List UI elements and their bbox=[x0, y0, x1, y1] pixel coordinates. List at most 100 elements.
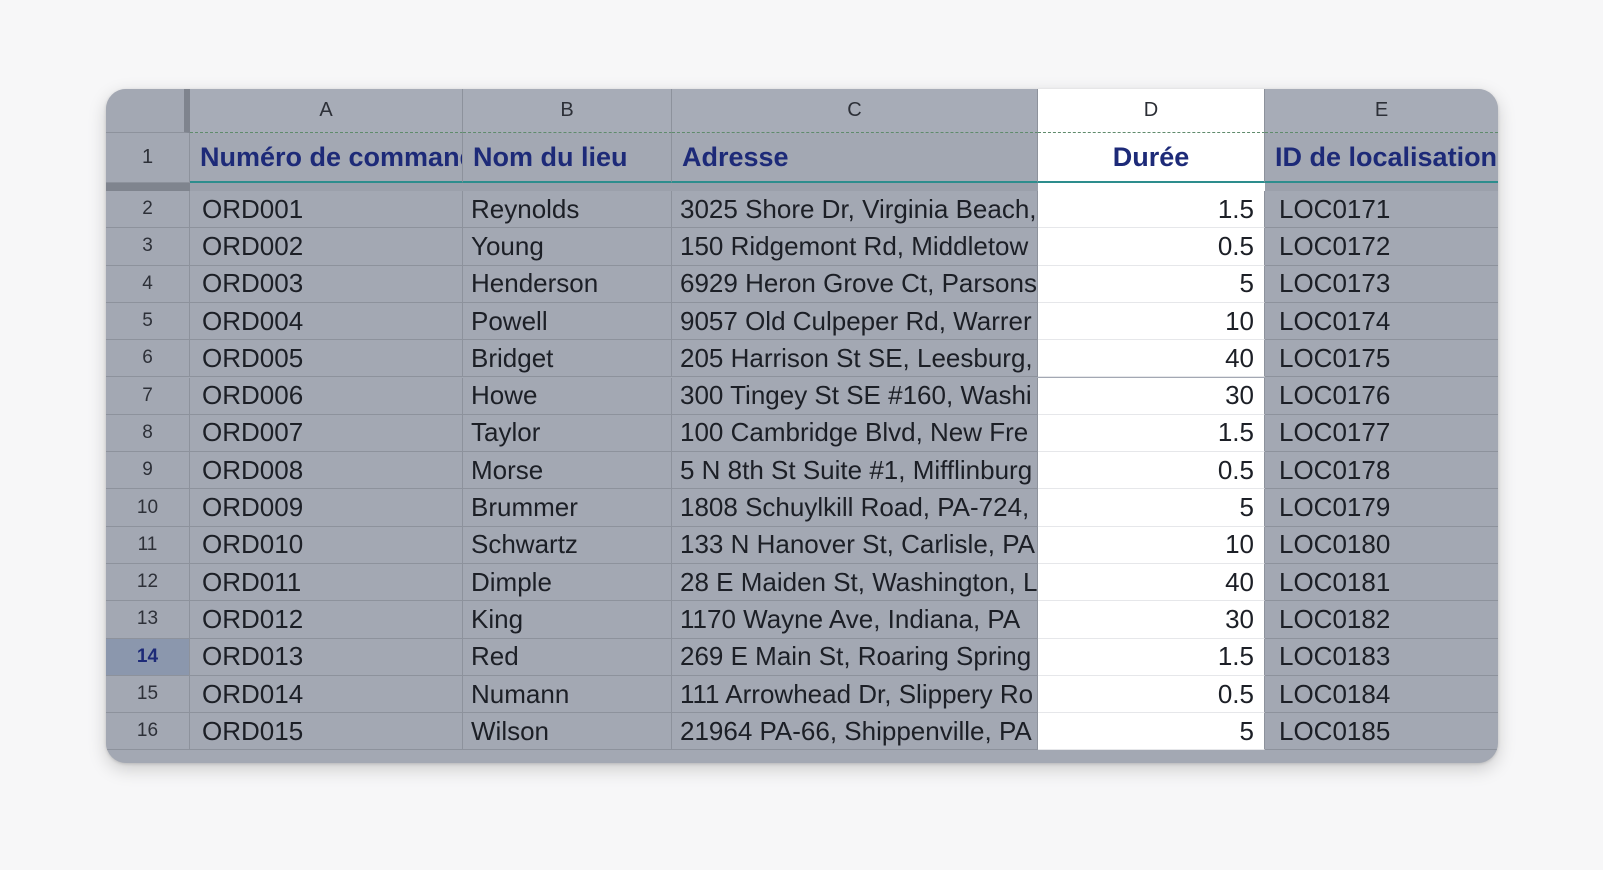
cell-address[interactable]: 300 Tingey St SE #160, Washi bbox=[672, 377, 1038, 415]
cell-location-id[interactable]: LOC0177 bbox=[1265, 415, 1498, 453]
cell-address[interactable]: 111 Arrowhead Dr, Slippery Ro bbox=[672, 675, 1038, 714]
cell-place-name[interactable]: Brummer bbox=[463, 489, 672, 527]
cell-order-number[interactable]: ORD004 bbox=[190, 302, 463, 341]
cell-duration[interactable]: 0.5 bbox=[1038, 452, 1265, 490]
cell-location-id[interactable]: LOC0179 bbox=[1265, 489, 1498, 527]
cell-order-number[interactable]: ORD013 bbox=[190, 638, 463, 676]
row-number[interactable]: 12 bbox=[106, 564, 190, 602]
cell-order-number[interactable]: ORD008 bbox=[190, 452, 463, 490]
header-cell-duration[interactable]: Durée bbox=[1038, 133, 1265, 183]
cell-location-id[interactable]: LOC0171 bbox=[1265, 191, 1498, 229]
cell-location-id[interactable]: LOC0174 bbox=[1265, 303, 1498, 341]
row-number[interactable]: 16 bbox=[106, 713, 190, 751]
row-number[interactable]: 2 bbox=[106, 191, 190, 229]
cell-order-number[interactable]: ORD007 bbox=[190, 414, 463, 453]
cell-place-name[interactable]: Henderson bbox=[463, 265, 672, 303]
cell-address[interactable]: 3025 Shore Dr, Virginia Beach, bbox=[672, 191, 1038, 229]
column-header-c[interactable]: C bbox=[672, 89, 1038, 133]
cell-address[interactable]: 1808 Schuylkill Road, PA-724, bbox=[672, 489, 1038, 527]
cell-address[interactable]: 6929 Heron Grove Ct, Parsons bbox=[672, 265, 1038, 303]
cell-place-name[interactable]: Bridget bbox=[463, 340, 672, 378]
row-number[interactable]: 15 bbox=[106, 675, 190, 714]
row-number[interactable]: 5 bbox=[106, 302, 190, 341]
cell-order-number[interactable]: ORD015 bbox=[190, 713, 463, 751]
cell-location-id[interactable]: LOC0183 bbox=[1265, 639, 1498, 676]
row-number[interactable]: 10 bbox=[106, 489, 190, 527]
cell-order-number[interactable]: ORD002 bbox=[190, 228, 463, 266]
cell-duration[interactable]: 10 bbox=[1038, 526, 1265, 564]
cell-place-name[interactable]: Morse bbox=[463, 452, 672, 490]
row-number[interactable]: 1 bbox=[106, 133, 190, 183]
cell-order-number[interactable]: ORD012 bbox=[190, 601, 463, 639]
cell-place-name[interactable]: Red bbox=[463, 638, 672, 676]
row-number[interactable]: 4 bbox=[106, 265, 190, 303]
cell-address[interactable]: 205 Harrison St SE, Leesburg, bbox=[672, 340, 1038, 378]
cell-duration[interactable]: 30 bbox=[1038, 377, 1265, 415]
cell-duration[interactable]: 1.5 bbox=[1038, 414, 1265, 453]
cell-duration[interactable]: 5 bbox=[1038, 713, 1265, 751]
cell-place-name[interactable]: King bbox=[463, 601, 672, 639]
cell-duration[interactable]: 30 bbox=[1038, 601, 1265, 639]
cell-duration[interactable]: 1.5 bbox=[1038, 638, 1265, 676]
cell-order-number[interactable]: ORD014 bbox=[190, 675, 463, 714]
header-cell-location-id[interactable]: ID de localisation bbox=[1265, 133, 1498, 183]
cell-place-name[interactable]: Reynolds bbox=[463, 191, 672, 229]
cell-place-name[interactable]: Numann bbox=[463, 675, 672, 714]
cell-location-id[interactable]: LOC0172 bbox=[1265, 228, 1498, 266]
header-cell-order-number[interactable]: Numéro de commande bbox=[190, 133, 463, 183]
cell-address[interactable]: 133 N Hanover St, Carlisle, PA bbox=[672, 526, 1038, 564]
header-cell-address[interactable]: Adresse bbox=[672, 133, 1038, 183]
cell-place-name[interactable]: Wilson bbox=[463, 713, 672, 751]
cell-address[interactable]: 28 E Maiden St, Washington, L bbox=[672, 564, 1038, 602]
cell-order-number[interactable]: ORD011 bbox=[190, 564, 463, 602]
cell-duration[interactable]: 0.5 bbox=[1038, 675, 1265, 714]
cell-location-id[interactable]: LOC0185 bbox=[1265, 713, 1498, 751]
cell-order-number[interactable]: ORD010 bbox=[190, 526, 463, 564]
cell-duration[interactable]: 5 bbox=[1038, 265, 1265, 303]
header-cell-place-name[interactable]: Nom du lieu bbox=[463, 133, 672, 183]
cell-place-name[interactable]: Howe bbox=[463, 377, 672, 415]
cell-duration[interactable]: 40 bbox=[1038, 340, 1265, 378]
cell-place-name[interactable]: Powell bbox=[463, 302, 672, 341]
select-all-corner[interactable] bbox=[106, 89, 190, 133]
cell-address[interactable]: 5 N 8th St Suite #1, Mifflinburg bbox=[672, 452, 1038, 490]
cell-location-id[interactable]: LOC0182 bbox=[1265, 601, 1498, 639]
row-number[interactable]: 6 bbox=[106, 340, 190, 378]
column-header-e[interactable]: E bbox=[1265, 89, 1498, 133]
cell-location-id[interactable]: LOC0178 bbox=[1265, 452, 1498, 490]
column-header-d[interactable]: D bbox=[1038, 89, 1265, 133]
row-number[interactable]: 7 bbox=[106, 377, 190, 415]
cell-order-number[interactable]: ORD005 bbox=[190, 340, 463, 378]
cell-location-id[interactable]: LOC0181 bbox=[1265, 564, 1498, 602]
cell-location-id[interactable]: LOC0180 bbox=[1265, 527, 1498, 564]
cell-address[interactable]: 21964 PA-66, Shippenville, PA bbox=[672, 713, 1038, 751]
cell-order-number[interactable]: ORD009 bbox=[190, 489, 463, 527]
cell-duration[interactable]: 5 bbox=[1038, 489, 1265, 527]
row-number[interactable]: 13 bbox=[106, 601, 190, 639]
column-header-b[interactable]: B bbox=[463, 89, 672, 133]
cell-place-name[interactable]: Taylor bbox=[463, 414, 672, 453]
row-number[interactable]: 11 bbox=[106, 526, 190, 564]
cell-order-number[interactable]: ORD001 bbox=[190, 191, 463, 229]
row-number[interactable]: 8 bbox=[106, 414, 190, 453]
cell-duration[interactable]: 10 bbox=[1038, 302, 1265, 341]
row-number[interactable]: 14 bbox=[106, 638, 190, 676]
column-header-a[interactable]: A bbox=[190, 89, 463, 133]
cell-place-name[interactable]: Dimple bbox=[463, 564, 672, 602]
cell-location-id[interactable]: LOC0173 bbox=[1265, 266, 1498, 303]
row-number[interactable]: 3 bbox=[106, 228, 190, 266]
cell-place-name[interactable]: Young bbox=[463, 228, 672, 266]
cell-address[interactable]: 269 E Main St, Roaring Spring bbox=[672, 638, 1038, 676]
cell-address[interactable]: 100 Cambridge Blvd, New Fre bbox=[672, 414, 1038, 453]
cell-address[interactable]: 150 Ridgemont Rd, Middletow bbox=[672, 228, 1038, 266]
cell-location-id[interactable]: LOC0184 bbox=[1265, 676, 1498, 714]
cell-duration[interactable]: 40 bbox=[1038, 564, 1265, 602]
cell-location-id[interactable]: LOC0175 bbox=[1265, 340, 1498, 378]
cell-duration[interactable]: 1.5 bbox=[1038, 191, 1265, 229]
cell-duration[interactable]: 0.5 bbox=[1038, 228, 1265, 266]
cell-order-number[interactable]: ORD003 bbox=[190, 265, 463, 303]
cell-location-id[interactable]: LOC0176 bbox=[1265, 378, 1498, 415]
row-number[interactable]: 9 bbox=[106, 452, 190, 490]
cell-address[interactable]: 9057 Old Culpeper Rd, Warrer bbox=[672, 302, 1038, 341]
frozen-row-divider[interactable] bbox=[106, 183, 1498, 191]
